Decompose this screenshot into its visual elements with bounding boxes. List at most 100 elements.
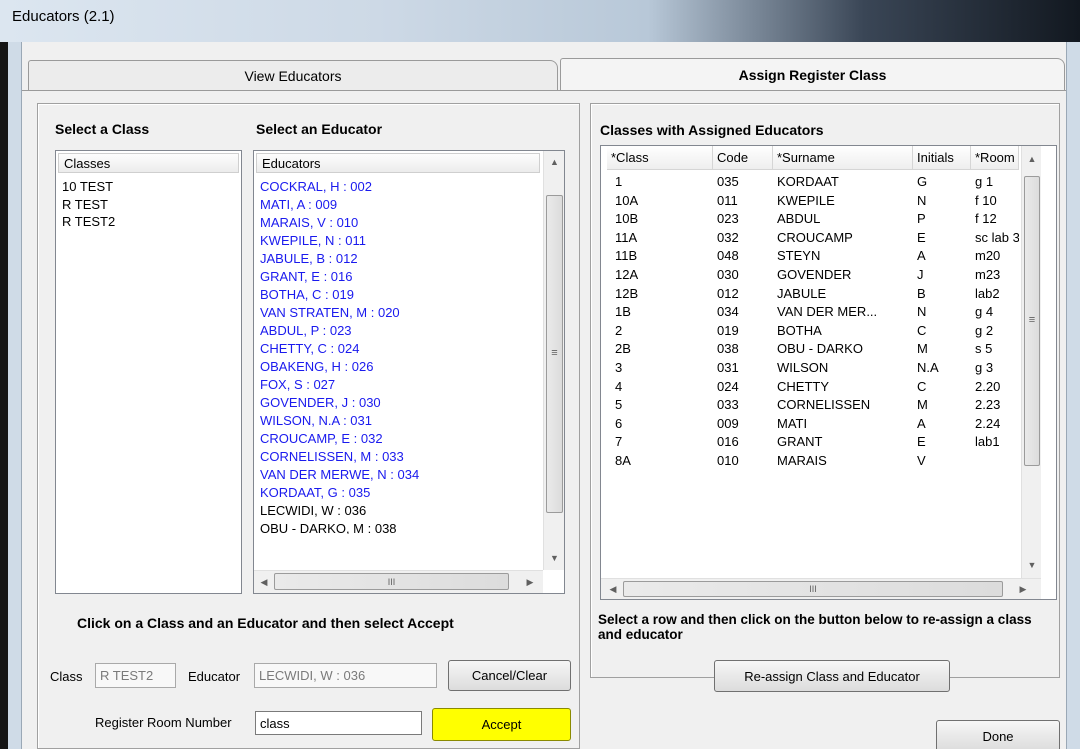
cell-surname: STEYN xyxy=(777,248,821,264)
cell-room: g 4 xyxy=(975,304,994,320)
scroll-down-icon[interactable]: ▼ xyxy=(544,549,564,567)
table-row[interactable]: 8A 010 MARAIS V xyxy=(601,452,1019,470)
educator-item[interactable]: FOX, S : 027 xyxy=(260,376,335,394)
accept-button[interactable]: Accept xyxy=(432,708,571,741)
column-header-class[interactable]: *Class xyxy=(607,146,713,170)
assigned-classes-grid[interactable]: *Class Code *Surname Initials *Room 1 035… xyxy=(600,145,1057,600)
scroll-thumb[interactable]: III xyxy=(623,581,1003,597)
window-frame-right xyxy=(1066,42,1080,749)
educator-item[interactable]: ABDUL, P : 023 xyxy=(260,322,352,340)
tab-assign-register-class[interactable]: Assign Register Class xyxy=(560,58,1065,91)
scroll-thumb[interactable]: III xyxy=(274,573,509,590)
table-row[interactable]: 3 031 WILSON N.A g 3 xyxy=(601,359,1019,377)
cell-class: 1 xyxy=(615,174,623,189)
educator-item[interactable]: CORNELISSEN, M : 033 xyxy=(260,448,404,466)
educator-item[interactable]: OBU - DARKO, M : 038 xyxy=(260,520,397,534)
cell-surname: KWEPILE xyxy=(777,192,835,208)
title-bar[interactable]: Educators (2.1) xyxy=(0,0,1080,42)
reassign-instruction: Select a row and then click on the butto… xyxy=(598,612,1032,642)
educators-column-header[interactable]: Educators xyxy=(256,153,540,173)
table-row[interactable]: 11B 048 STEYN Am20 xyxy=(601,247,1019,265)
educator-item[interactable]: CROUCAMP, E : 032 xyxy=(260,430,383,448)
classes-list[interactable]: Classes 10 TEST R TEST R TEST2 xyxy=(55,150,242,594)
cancel-clear-label: Cancel/Clear xyxy=(471,668,548,683)
table-row[interactable]: 2B 038 OBU - DARKO Ms 5 xyxy=(601,340,1019,358)
educator-item[interactable]: GOVENDER, J : 030 xyxy=(260,394,381,412)
cell-room: g 2 xyxy=(975,322,994,338)
done-label: Done xyxy=(982,728,1014,744)
table-row[interactable]: 6 009 MATI A 2.24 xyxy=(601,415,1019,433)
cell-class: 6 xyxy=(615,415,623,431)
educators-window: Educators (2.1) View Educators Assign Re… xyxy=(0,0,1080,749)
tab-label: View Educators xyxy=(244,67,342,84)
cell-room: s 5 xyxy=(975,341,993,357)
scroll-down-icon[interactable]: ▼ xyxy=(1022,556,1042,574)
room-number-label: Register Room Number xyxy=(95,715,232,730)
cell-surname: VAN DER MER... xyxy=(777,304,878,320)
table-row[interactable]: 7 016 GRANT Elab1 xyxy=(601,433,1019,451)
educator-item[interactable]: VAN DER MERWE, N : 034 xyxy=(260,466,419,484)
table-row[interactable]: 4 024 CHETTY C 2.20 xyxy=(601,378,1019,396)
scroll-up-icon[interactable]: ▲ xyxy=(544,153,564,171)
grip-icon: ≡ xyxy=(551,347,558,359)
cell-surname: JABULE xyxy=(777,285,827,301)
educator-item[interactable]: COCKRAL, H : 002 xyxy=(260,178,372,196)
educator-item[interactable]: VAN STRATEN, M : 020 xyxy=(260,304,400,322)
select-class-heading: Select a Class xyxy=(55,121,150,137)
educator-item[interactable]: CHETTY, C : 024 xyxy=(260,340,359,358)
class-field[interactable]: R TEST2 xyxy=(95,663,176,688)
grid-horizontal-scrollbar[interactable]: ◀ III ▶ xyxy=(601,578,1041,599)
educators-horizontal-scrollbar[interactable]: ◀ III ▶ xyxy=(254,570,543,593)
educator-item[interactable]: KWEPILE, N : 011 xyxy=(260,232,366,250)
tab-view-educators[interactable]: View Educators xyxy=(28,60,558,90)
educator-item[interactable]: OBAKENG, H : 026 xyxy=(260,358,373,376)
educators-list[interactable]: Educators COCKRAL, H : 002 MATI, A : 009… xyxy=(253,150,565,594)
cancel-clear-button[interactable]: Cancel/Clear xyxy=(448,660,571,691)
classes-column-header[interactable]: Classes xyxy=(58,153,239,173)
reassign-button[interactable]: Re-assign Class and Educator xyxy=(714,660,950,692)
scroll-thumb[interactable]: ≡ xyxy=(1024,176,1040,466)
scroll-up-icon[interactable]: ▲ xyxy=(1022,150,1042,168)
educators-vertical-scrollbar[interactable]: ▲ ≡ ▼ xyxy=(543,151,564,570)
cell-class: 10A xyxy=(615,192,639,208)
educator-item[interactable]: GRANT, E : 016 xyxy=(260,268,352,286)
column-header-surname[interactable]: *Surname xyxy=(773,146,913,170)
table-row[interactable]: 1 035 KORDAAT Gg 1 xyxy=(601,173,1019,191)
educator-item[interactable]: KORDAAT, G : 035 xyxy=(260,484,370,502)
scroll-left-icon[interactable]: ◀ xyxy=(605,581,621,598)
grid-vertical-scrollbar[interactable]: ▲ ≡ ▼ xyxy=(1021,146,1041,578)
educator-item[interactable]: BOTHA, C : 019 xyxy=(260,286,354,304)
educator-field[interactable]: LECWIDI, W : 036 xyxy=(254,663,437,688)
scroll-right-icon[interactable]: ▶ xyxy=(522,573,538,591)
table-row[interactable]: 11A 032 CROUCAMP Esc lab 3 xyxy=(601,229,1019,247)
table-row[interactable]: 12A 030 GOVENDER Jm23 xyxy=(601,266,1019,284)
table-row[interactable]: 2 019 BOTHA Cg 2 xyxy=(601,322,1019,340)
scroll-thumb[interactable]: ≡ xyxy=(546,195,563,513)
class-item[interactable]: R TEST xyxy=(62,196,108,214)
table-row[interactable]: 10A 011 KWEPILE Nf 10 xyxy=(601,192,1019,210)
scroll-left-icon[interactable]: ◀ xyxy=(256,573,272,591)
cell-surname: ABDUL xyxy=(777,211,821,227)
cell-room: 2.23 xyxy=(975,397,1001,413)
done-button[interactable]: Done xyxy=(936,720,1060,749)
cell-room: g 1 xyxy=(975,174,994,189)
educator-item[interactable]: MARAIS, V : 010 xyxy=(260,214,358,232)
class-item[interactable]: 10 TEST xyxy=(62,178,113,196)
educator-item[interactable]: WILSON, N.A : 031 xyxy=(260,412,372,430)
educator-item[interactable]: LECWIDI, W : 036 xyxy=(260,502,366,520)
table-row[interactable]: 12B 012 JABULE Blab2 xyxy=(601,285,1019,303)
educator-item[interactable]: JABULE, B : 012 xyxy=(260,250,358,268)
table-row[interactable]: 10B 023 ABDUL Pf 12 xyxy=(601,210,1019,228)
select-educator-heading: Select an Educator xyxy=(256,121,383,137)
class-item[interactable]: R TEST2 xyxy=(62,213,115,231)
educator-item[interactable]: MATI, A : 009 xyxy=(260,196,337,214)
grip-icon: III xyxy=(809,584,817,594)
cell-room: lab2 xyxy=(975,285,1000,301)
scroll-right-icon[interactable]: ▶ xyxy=(1015,581,1031,598)
table-row[interactable]: 1B 034 VAN DER MER... Ng 4 xyxy=(601,303,1019,321)
room-number-input[interactable]: class xyxy=(255,711,422,735)
column-header-code[interactable]: Code xyxy=(713,146,773,170)
column-header-room[interactable]: *Room xyxy=(971,146,1019,170)
table-row[interactable]: 5 033 CORNELISSEN M 2.23 xyxy=(601,396,1019,414)
column-header-initials[interactable]: Initials xyxy=(913,146,971,170)
